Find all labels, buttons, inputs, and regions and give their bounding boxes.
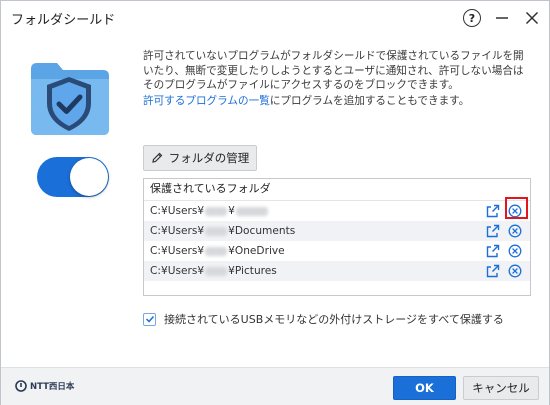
folder-path-suffix: ¥OneDrive	[228, 245, 285, 257]
allowed-programs-link[interactable]: 許可するプログラムの一覧	[143, 95, 270, 107]
folder-path-prefix: C:¥Users¥	[150, 265, 205, 277]
redacted-username	[205, 246, 228, 256]
protected-folders-list: 保護されているフォルダ C:¥Users¥ ¥ C:¥Users¥ ¥Documen…	[143, 178, 531, 296]
remove-folder-icon[interactable]	[508, 264, 522, 278]
protected-folders-header: 保護されているフォルダ	[144, 179, 530, 201]
help-button[interactable]: ?	[459, 5, 485, 31]
open-folder-icon[interactable]	[486, 224, 500, 238]
ok-button[interactable]: OK	[393, 376, 456, 400]
folder-row[interactable]: C:¥Users¥ ¥Documents	[144, 221, 530, 241]
checkmark-icon	[145, 315, 154, 323]
remove-folder-icon[interactable]	[508, 244, 522, 258]
folder-row[interactable]: C:¥Users¥ ¥Pictures	[144, 261, 530, 281]
brand-logo: NTT西日本	[15, 380, 74, 392]
usb-protect-label: 接続されているUSBメモリなどの外付けストレージをすべて保護する	[164, 313, 504, 326]
cancel-button[interactable]: キャンセル	[463, 376, 539, 400]
folder-path-prefix: C:¥Users¥	[150, 245, 205, 257]
folder-shield-toggle[interactable]	[37, 157, 109, 197]
close-button[interactable]	[519, 5, 545, 31]
description-text: 許可されていないプログラムがフォルダシールドで保護されているファイルを開いたり、…	[143, 50, 524, 91]
remove-folder-icon[interactable]	[508, 224, 522, 238]
folder-path-suffix: ¥Pictures	[228, 265, 277, 277]
brand-name: NTT西日本	[30, 382, 75, 392]
open-folder-icon[interactable]	[486, 204, 500, 218]
manage-folders-button[interactable]: フォルダの管理	[143, 145, 257, 171]
title-bar: フォルダシールド ?	[1, 1, 549, 35]
folder-shield-dialog: フォルダシールド ? 許可されていないプログラムがフォルダシールドで保護されてい…	[0, 0, 550, 405]
minimize-button[interactable]	[489, 5, 515, 31]
redacted-folder-name	[235, 206, 268, 216]
help-icon: ?	[463, 9, 481, 27]
open-folder-icon[interactable]	[486, 264, 500, 278]
redacted-username	[205, 226, 228, 236]
redacted-username	[205, 206, 228, 216]
minimize-icon	[496, 17, 508, 19]
open-folder-icon[interactable]	[486, 244, 500, 258]
redacted-username	[205, 266, 228, 276]
dialog-footer: NTT西日本 OK キャンセル	[1, 367, 549, 405]
folder-path-suffix: ¥Documents	[228, 225, 296, 237]
folder-path-prefix: C:¥Users¥	[150, 205, 205, 217]
folder-row[interactable]: C:¥Users¥ ¥	[144, 201, 530, 221]
folder-row[interactable]: C:¥Users¥ ¥OneDrive	[144, 241, 530, 261]
window-controls: ?	[459, 1, 549, 35]
usb-protect-checkbox[interactable]	[143, 312, 156, 326]
window-title: フォルダシールド	[11, 12, 116, 28]
remove-icon-highlight	[505, 197, 528, 219]
folder-path-suffix: ¥	[228, 205, 235, 217]
toggle-knob	[70, 158, 108, 196]
folder-shield-icon	[31, 63, 109, 135]
pencil-icon	[151, 152, 163, 163]
description-link-suffix: にプログラムを追加することもできます。	[269, 95, 470, 107]
description-link-line: 許可するプログラムの一覧にプログラムを追加することもできます。	[143, 94, 531, 109]
ntt-logo-icon	[15, 380, 27, 392]
manage-folders-label: フォルダの管理	[168, 151, 250, 165]
usb-protect-option[interactable]: 接続されているUSBメモリなどの外付けストレージをすべて保護する	[143, 311, 504, 327]
close-icon	[525, 11, 539, 25]
folder-path-prefix: C:¥Users¥	[150, 225, 205, 237]
